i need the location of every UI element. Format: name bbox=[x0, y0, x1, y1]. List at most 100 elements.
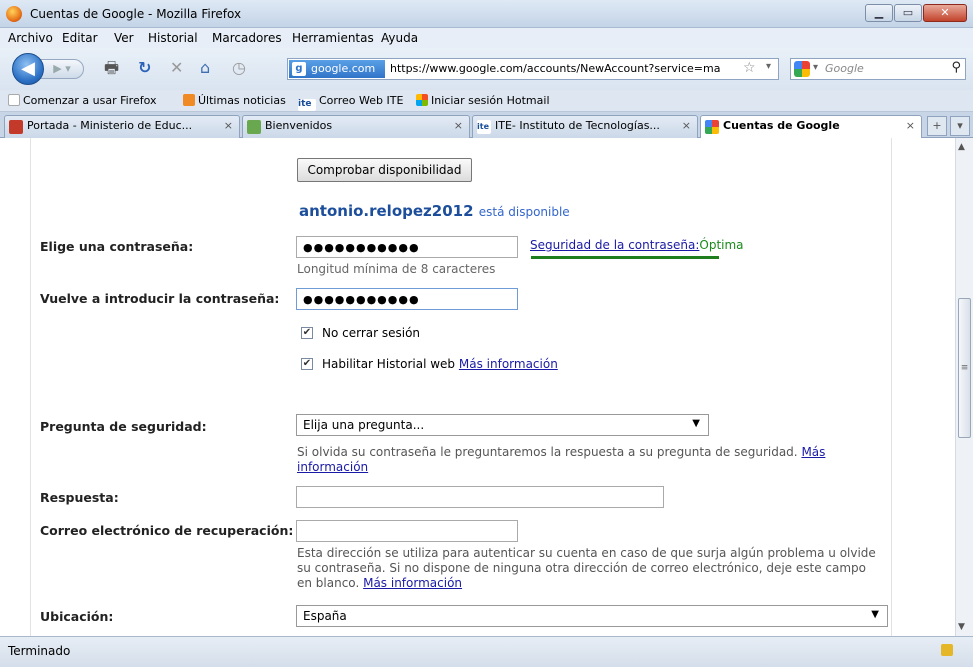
repeat-password-field[interactable]: ●●●●●●●●●●● bbox=[296, 288, 518, 310]
home-icon[interactable]: ⌂ bbox=[200, 60, 210, 76]
recovery-email-field[interactable] bbox=[296, 520, 518, 542]
firefox-icon bbox=[6, 6, 22, 22]
maximize-button[interactable]: ▭ bbox=[894, 4, 922, 22]
new-tab-button[interactable]: + bbox=[927, 116, 947, 136]
bookmark-correo-ite[interactable]: ite Correo Web ITE bbox=[298, 94, 403, 111]
web-history-checkbox[interactable]: ✔ bbox=[301, 358, 313, 370]
search-placeholder: Google bbox=[825, 62, 864, 75]
search-icon[interactable]: ⚲ bbox=[951, 60, 961, 75]
url-bar[interactable]: g google.com https://www.google.com/acco… bbox=[287, 58, 779, 80]
web-history-more-info-link[interactable]: Más información bbox=[459, 357, 558, 371]
google-engine-icon[interactable] bbox=[794, 61, 810, 77]
lock-icon[interactable] bbox=[941, 644, 953, 656]
menu-marcadores[interactable]: Marcadores bbox=[212, 31, 282, 45]
status-bar: Terminado bbox=[0, 636, 973, 667]
page-icon bbox=[8, 94, 20, 106]
vertical-scrollbar[interactable]: ▲ ≡ ▼ bbox=[955, 138, 973, 636]
minimize-button[interactable]: ▁ bbox=[865, 4, 893, 22]
tab-label: Cuentas de Google bbox=[723, 119, 840, 132]
scroll-down-icon[interactable]: ▼ bbox=[958, 622, 965, 632]
status-text: Terminado bbox=[8, 644, 71, 658]
available-status: está disponible bbox=[478, 205, 570, 219]
reload-icon[interactable]: ↻ bbox=[138, 60, 151, 76]
bookmark-label: Iniciar sesión Hotmail bbox=[431, 94, 550, 107]
menu-herramientas[interactable]: Herramientas bbox=[292, 31, 374, 45]
recovery-more-info-link[interactable]: Más información bbox=[363, 576, 462, 590]
recovery-help-line-2: su contraseña. Si no dispone de ninguna … bbox=[297, 561, 866, 575]
password-field[interactable]: ●●●●●●●●●●● bbox=[296, 236, 518, 258]
web-history-option: Habilitar Historial web Más información bbox=[322, 357, 558, 371]
security-question-value: Elija una pregunta... bbox=[303, 418, 425, 432]
close-tab-icon[interactable]: × bbox=[906, 116, 915, 136]
password-strength-link[interactable]: Seguridad de la contraseña: bbox=[530, 238, 699, 252]
location-select[interactable]: España ▼ bbox=[296, 605, 888, 627]
window-title: Cuentas de Google - Mozilla Firefox bbox=[30, 7, 242, 21]
bookmarks-toolbar: Comenzar a usar Firefox Últimas noticias… bbox=[0, 90, 973, 112]
security-question-more-link-2[interactable]: información bbox=[297, 460, 368, 474]
tab-ministerio[interactable]: Portada - Ministerio de Educ... × bbox=[4, 115, 240, 138]
bookmark-noticias[interactable]: Últimas noticias bbox=[183, 94, 286, 107]
print-icon[interactable]: 🖶 bbox=[104, 60, 119, 76]
title-bar: Cuentas de Google - Mozilla Firefox ▁ ▭ … bbox=[0, 0, 973, 28]
stay-signed-checkbox[interactable]: ✔ bbox=[301, 327, 313, 339]
google-favicon-icon bbox=[705, 120, 719, 134]
url-text: https://www.google.com/accounts/NewAccou… bbox=[390, 62, 721, 75]
security-question-more-link[interactable]: Más bbox=[801, 445, 825, 459]
security-question-label: Pregunta de seguridad: bbox=[40, 419, 207, 434]
search-bar[interactable]: ▾ Google ⚲ bbox=[790, 58, 966, 80]
close-tab-icon[interactable]: × bbox=[224, 116, 233, 136]
tab-label: Bienvenidos bbox=[265, 119, 333, 132]
tab-label: Portada - Ministerio de Educ... bbox=[27, 119, 193, 132]
bookmark-label: Comenzar a usar Firefox bbox=[23, 94, 157, 107]
tab-bar: Portada - Ministerio de Educ... × Bienve… bbox=[0, 112, 973, 139]
menu-historial[interactable]: Historial bbox=[148, 31, 198, 45]
bookmark-star-icon[interactable]: ☆ bbox=[743, 60, 756, 76]
password-hint: Longitud mínima de 8 caracteres bbox=[297, 262, 496, 276]
scroll-up-icon[interactable]: ▲ bbox=[958, 142, 965, 152]
check-availability-button[interactable]: Comprobar disponibilidad bbox=[297, 158, 472, 182]
menu-editar[interactable]: Editar bbox=[62, 31, 98, 45]
windows-live-icon bbox=[416, 94, 428, 106]
answer-label: Respuesta: bbox=[40, 490, 119, 505]
close-button[interactable]: ✕ bbox=[923, 4, 967, 22]
back-button[interactable]: ◀ bbox=[12, 53, 44, 85]
recovery-help-line-1: Esta dirección se utiliza para autentica… bbox=[297, 546, 876, 560]
password-label: Elige una contraseña: bbox=[40, 239, 194, 254]
stop-icon[interactable]: ✕ bbox=[170, 60, 183, 76]
close-tab-icon[interactable]: × bbox=[682, 116, 691, 136]
site-identity-button[interactable]: g google.com bbox=[289, 60, 385, 78]
tab-list-button[interactable]: ▾ bbox=[950, 116, 970, 136]
url-dropdown-icon[interactable]: ▾ bbox=[766, 61, 771, 72]
tab-bienvenidos[interactable]: Bienvenidos × bbox=[242, 115, 470, 138]
password-strength-value: Óptima bbox=[699, 238, 744, 252]
tab-cuentas-google[interactable]: Cuentas de Google × bbox=[700, 115, 922, 139]
menu-ver[interactable]: Ver bbox=[114, 31, 134, 45]
location-label: Ubicación: bbox=[40, 609, 114, 624]
tab-label: ITE- Instituto de Tecnologías... bbox=[495, 119, 660, 132]
security-question-select[interactable]: Elija una pregunta... ▼ bbox=[296, 414, 709, 436]
recovery-email-label: Correo electrónico de recuperación: bbox=[40, 523, 294, 538]
bookmark-firefox[interactable]: Comenzar a usar Firefox bbox=[8, 94, 157, 107]
rss-icon bbox=[183, 94, 195, 106]
forward-button[interactable]: ▶ ▾ bbox=[40, 59, 84, 79]
menu-bar: Archivo Editar Ver Historial Marcadores … bbox=[0, 28, 973, 48]
history-clock-icon[interactable]: ◷ bbox=[232, 60, 246, 76]
engine-dropdown-icon[interactable]: ▾ bbox=[813, 62, 818, 73]
bookmark-label: Últimas noticias bbox=[198, 94, 286, 107]
answer-field[interactable] bbox=[296, 486, 664, 508]
bookmark-label: Correo Web ITE bbox=[319, 94, 404, 107]
ite-logo-icon: ite bbox=[298, 99, 316, 111]
stay-signed-label: No cerrar sesión bbox=[322, 326, 421, 340]
bookmark-hotmail[interactable]: Iniciar sesión Hotmail bbox=[416, 94, 550, 107]
menu-ayuda[interactable]: Ayuda bbox=[381, 31, 418, 45]
scroll-thumb[interactable]: ≡ bbox=[958, 298, 971, 438]
password-strength-bar bbox=[531, 256, 719, 259]
password-mask: ●●●●●●●●●●● bbox=[303, 241, 420, 254]
close-tab-icon[interactable]: × bbox=[454, 116, 463, 136]
tab-ite[interactable]: ite ITE- Instituto de Tecnologías... × bbox=[472, 115, 698, 138]
repeat-password-label: Vuelve a introducir la contraseña: bbox=[40, 291, 280, 306]
web-history-label: Habilitar Historial web bbox=[322, 357, 456, 371]
navigation-toolbar: ▶ ▾ ◀ 🖶 ↻ ✕ ⌂ ◷ g google.com https://www… bbox=[0, 48, 973, 90]
page-content: Comprobar disponibilidad antonio.relopez… bbox=[0, 138, 955, 636]
menu-archivo[interactable]: Archivo bbox=[8, 31, 53, 45]
